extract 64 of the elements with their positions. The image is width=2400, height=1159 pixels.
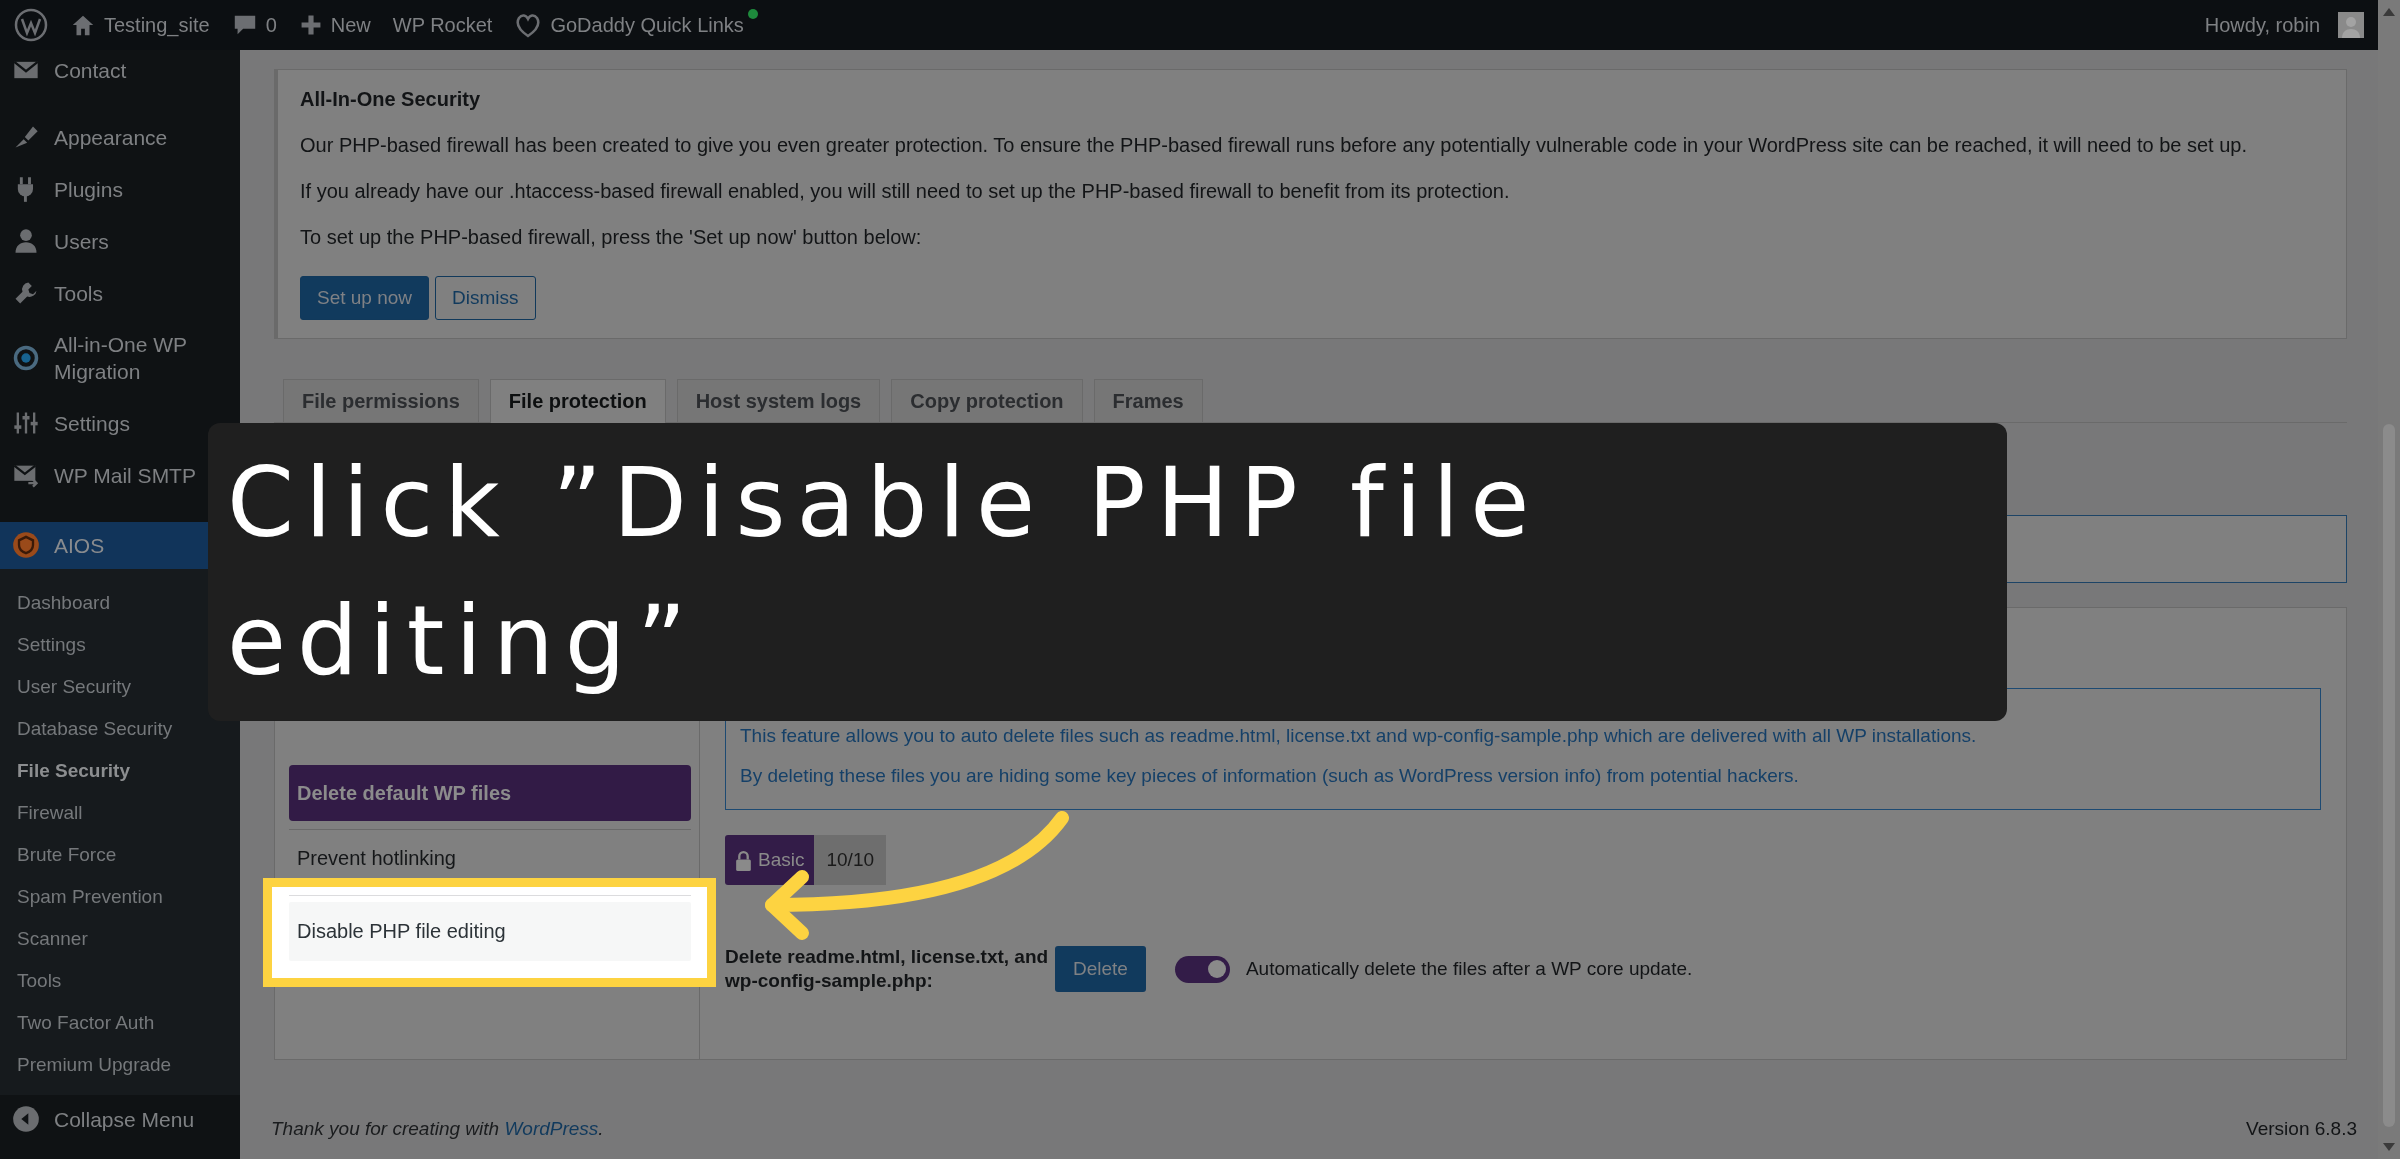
comments-link[interactable]: 0 xyxy=(231,12,277,38)
submenu-item[interactable]: Premium Upgrade xyxy=(0,1044,172,1086)
info-text: This feature allows you to auto delete files such as readme.html, license.txt and wp-config-sample.php which are delivered with all WP installations. xyxy=(740,724,1978,748)
scroll-down-icon xyxy=(2383,1143,2395,1151)
toggle-switch[interactable] xyxy=(1174,955,1230,983)
logo-icon xyxy=(14,8,48,42)
info-text: By deleting these files you are hiding some key pieces of information (such as WordPress version info) from potential hackers. xyxy=(740,764,1800,788)
menu-item[interactable]: Plugins xyxy=(0,163,133,215)
toolbar-link[interactable]: WP Rocket xyxy=(392,13,493,37)
notice-text: To set up the PHP-based firewall, press the 'Set up now' button below: xyxy=(300,225,923,250)
submenu-item[interactable]: Firewall xyxy=(0,792,83,834)
menu-item[interactable]: AIOS xyxy=(0,522,208,569)
ring-icon xyxy=(12,344,40,372)
submenu-item[interactable]: Dashboard xyxy=(0,582,110,624)
user-menu[interactable]: Howdy, robin xyxy=(2204,12,2364,38)
notice-title: All-In-One Security xyxy=(300,87,482,112)
quick-links-menu[interactable]: GoDaddy Quick Links xyxy=(514,11,744,39)
dismiss-button[interactable]: Dismiss xyxy=(435,276,536,320)
lock-icon xyxy=(735,849,752,871)
tab[interactable]: Frames xyxy=(1093,379,1203,422)
collapse-menu-button[interactable]: Collapse Menu xyxy=(0,1095,205,1145)
status-dot xyxy=(747,9,758,19)
menu-item[interactable]: WP Mail SMTP xyxy=(0,449,206,501)
delete-button[interactable]: Delete xyxy=(1055,946,1146,992)
settings-nav-item[interactable]: Prevent hotlinking xyxy=(289,830,691,886)
menu-item[interactable]: Appearance xyxy=(0,111,178,163)
menu-item[interactable]: All-in-One WP Migration xyxy=(0,319,212,397)
footer-text: Thank you for creating with WordPress. xyxy=(271,1117,604,1141)
setting-label: Delete readme.html, license.txt, and wp-config-sample.php: xyxy=(725,945,1050,993)
tab[interactable]: File permissions xyxy=(283,379,479,422)
tab[interactable]: Host system logs xyxy=(676,379,881,422)
tab[interactable]: File protection xyxy=(489,379,666,423)
footer-link[interactable]: WordPress xyxy=(504,1118,599,1139)
submenu-item[interactable]: Spam Prevention xyxy=(0,876,163,918)
notice-text: Our PHP-based firewall has been created to give you even greater protection. To ensure the PHP-based firewall runs before any potentially vulnerable code in your WordPress site can be reached, it will need to be set up. xyxy=(300,133,2249,158)
settings-nav-item[interactable]: Disable PHP file editing xyxy=(289,902,691,961)
toggle-label: Automatically delete the files after a WP core update. xyxy=(1245,958,1693,980)
heart-icon xyxy=(514,11,543,39)
menu-item[interactable]: Users xyxy=(0,215,119,267)
submenu-item[interactable]: Two Factor Auth xyxy=(0,1002,155,1044)
menu-item[interactable]: Settings xyxy=(0,397,140,449)
shield-icon xyxy=(12,531,40,559)
submenu-item[interactable]: Tools xyxy=(0,960,62,1002)
collapse-icon xyxy=(12,1105,40,1133)
settings-nav-item[interactable]: Delete default WP files xyxy=(289,765,691,821)
level-badge: Basic xyxy=(725,835,815,885)
version-text: Version 6.8.3 xyxy=(2246,1117,2357,1141)
tab[interactable]: Copy protection xyxy=(891,379,1083,422)
new-link[interactable]: New xyxy=(298,13,371,37)
menu-item[interactable]: Tools xyxy=(0,267,114,319)
submenu-item[interactable]: File Security xyxy=(0,750,130,792)
avatar-icon xyxy=(2338,12,2364,38)
notice-text: If you already have our .htaccess-based firewall enabled, you will still need to set up the PHP-based firewall to benefit from its protection. xyxy=(300,179,1511,204)
site-link[interactable]: Testing_site xyxy=(70,12,210,38)
submenu-item[interactable]: Settings xyxy=(0,624,86,666)
score-badge: 10/10 xyxy=(814,835,886,885)
menu-item[interactable]: Contact xyxy=(0,50,137,89)
submenu-item[interactable]: Database Security xyxy=(0,708,173,750)
submenu-item[interactable]: User Security xyxy=(0,666,132,708)
setup-button[interactable]: Set up now xyxy=(300,276,430,320)
submenu-item[interactable]: Scanner xyxy=(0,918,88,960)
callout-text: Click ”Disable PHP file editing” xyxy=(227,446,1542,699)
submenu-item[interactable]: Brute Force xyxy=(0,834,117,876)
scroll-up-icon xyxy=(2383,8,2395,16)
